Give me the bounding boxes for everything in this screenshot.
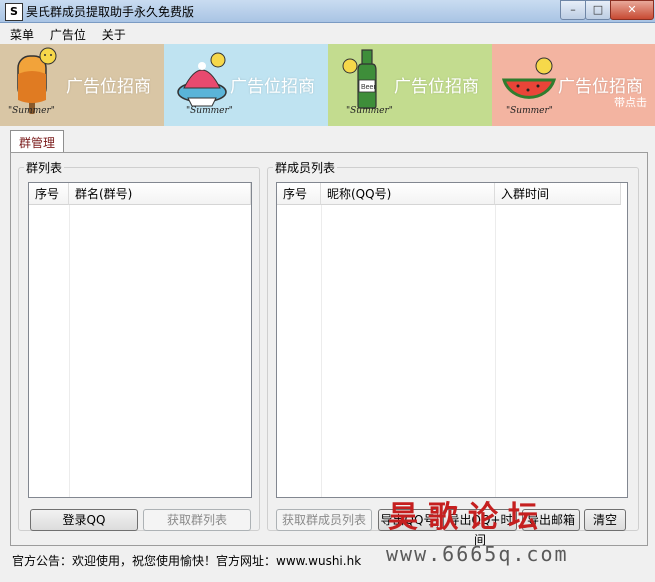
column-divider [69, 205, 70, 497]
column-divider [321, 205, 322, 497]
ad-banner-3[interactable]: Beer 广告位招商 "Summer" [328, 44, 492, 126]
export-qq-time-button[interactable]: 导出QQ+时间 [443, 509, 517, 547]
column-divider [495, 205, 496, 497]
banner-2-text: 广告位招商 [230, 77, 315, 97]
minimize-button[interactable]: – [560, 0, 586, 20]
column-header-join-time[interactable]: 入群时间 [495, 183, 621, 205]
column-header-index[interactable]: 序号 [29, 183, 69, 205]
column-header-group-name[interactable]: 群名(群号) [69, 183, 251, 205]
tab-bar: 群管理 [10, 130, 65, 154]
ad-banner-1[interactable]: 广告位招商 "Summer" [0, 44, 164, 126]
banner-1-caption: "Summer" [8, 106, 55, 116]
close-button[interactable]: ✕ [610, 0, 654, 20]
member-list-section: 群成员列表 序号 昵称(QQ号) 入群时间 获取群成员列表 导出QQ号 导出QQ… [267, 159, 639, 547]
get-group-list-button[interactable]: 获取群列表 [143, 509, 251, 531]
member-list-table[interactable]: 序号 昵称(QQ号) 入群时间 [276, 182, 628, 498]
tab-group-management[interactable]: 群管理 [10, 130, 65, 154]
banner-4-caption: "Summer" [506, 106, 553, 116]
get-member-list-button[interactable]: 获取群成员列表 [276, 509, 372, 531]
banner-3-caption: "Summer" [346, 106, 393, 116]
app-icon: S [5, 3, 23, 21]
clear-button[interactable]: 清空 [584, 509, 626, 531]
tab-panel: 群列表 序号 群名(群号) 登录QQ 获取群列表 群成员列表 序号 昵称(QQ号… [10, 152, 648, 547]
maximize-button[interactable]: □ [585, 0, 611, 20]
login-qq-button[interactable]: 登录QQ [30, 509, 138, 531]
export-qq-button[interactable]: 导出QQ号 [378, 509, 438, 531]
window-title: 昊氏群成员提取助手永久免费版 [26, 5, 195, 19]
title-bar: S 昊氏群成员提取助手永久免费版 – □ ✕ [0, 0, 655, 23]
group-list-section: 群列表 序号 群名(群号) 登录QQ 获取群列表 [18, 159, 260, 531]
group-list-legend: 群列表 [24, 159, 65, 176]
member-list-legend: 群成员列表 [273, 159, 338, 176]
banner-4-subtext: 带点击 [614, 96, 647, 109]
menu-item-menu[interactable]: 菜单 [4, 23, 40, 43]
group-list-table[interactable]: 序号 群名(群号) [28, 182, 252, 498]
column-header-index[interactable]: 序号 [277, 183, 321, 205]
menu-bar: 菜单 广告位 关于 [0, 23, 655, 43]
banner-3-text: 广告位招商 [394, 77, 479, 97]
menu-item-about[interactable]: 关于 [96, 23, 132, 43]
ad-banner-2[interactable]: 广告位招商 "Summer" [164, 44, 328, 126]
ad-banner-4[interactable]: 广告位招商 带点击 "Summer" [492, 44, 655, 126]
menu-item-ads[interactable]: 广告位 [44, 23, 92, 43]
banner-2-caption: "Summer" [186, 106, 233, 116]
export-email-button[interactable]: 导出邮箱 [522, 509, 580, 531]
status-announcement: 官方公告：欢迎使用，祝您使用愉快！官方网址：www.wushi.hk [12, 554, 362, 568]
column-header-nickname[interactable]: 昵称(QQ号) [321, 183, 495, 205]
svg-text:Beer: Beer [361, 84, 376, 91]
banner-1-text: 广告位招商 [66, 77, 151, 97]
